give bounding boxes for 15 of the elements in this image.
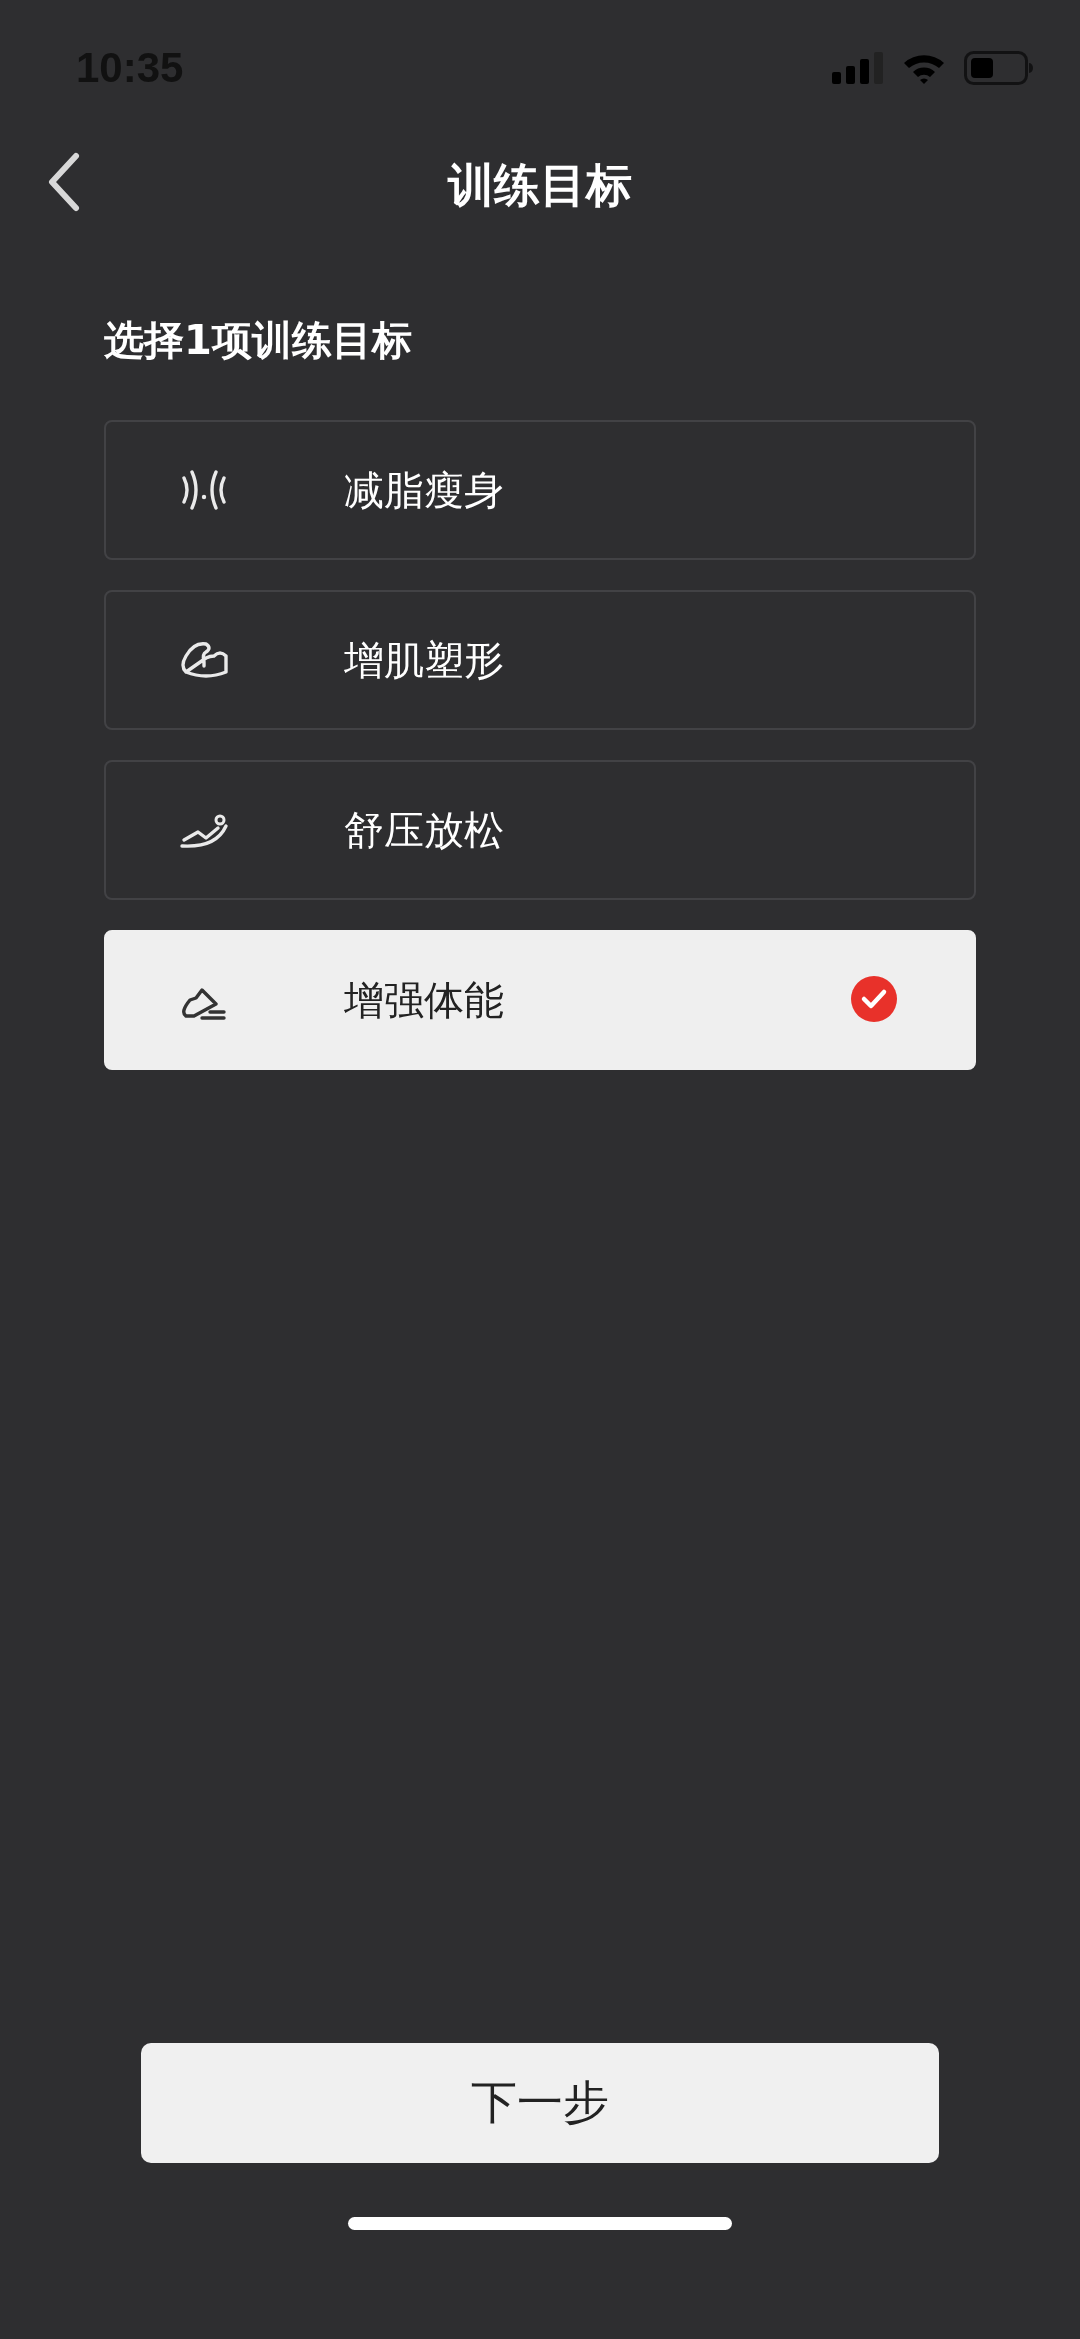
next-button[interactable]: 下一步 (141, 2043, 939, 2163)
goal-option[interactable]: 减脂瘦身 (104, 420, 976, 560)
option-label: 减脂瘦身 (344, 465, 504, 515)
check-icon (850, 975, 898, 1023)
option-label: 增肌塑形 (344, 635, 504, 685)
page-title: 训练目标 (448, 157, 632, 214)
goal-option[interactable]: 增肌塑形 (104, 590, 976, 730)
battery-icon (964, 51, 1034, 85)
goal-option[interactable]: 增强体能 (104, 930, 976, 1070)
option-label: 增强体能 (344, 975, 504, 1025)
goal-option[interactable]: 舒压放松 (104, 760, 976, 900)
prompt-text: 选择1项训练目标 (104, 316, 413, 365)
wifi-icon (902, 52, 946, 84)
signal-icon (832, 52, 884, 84)
option-label: 舒压放松 (344, 805, 504, 855)
